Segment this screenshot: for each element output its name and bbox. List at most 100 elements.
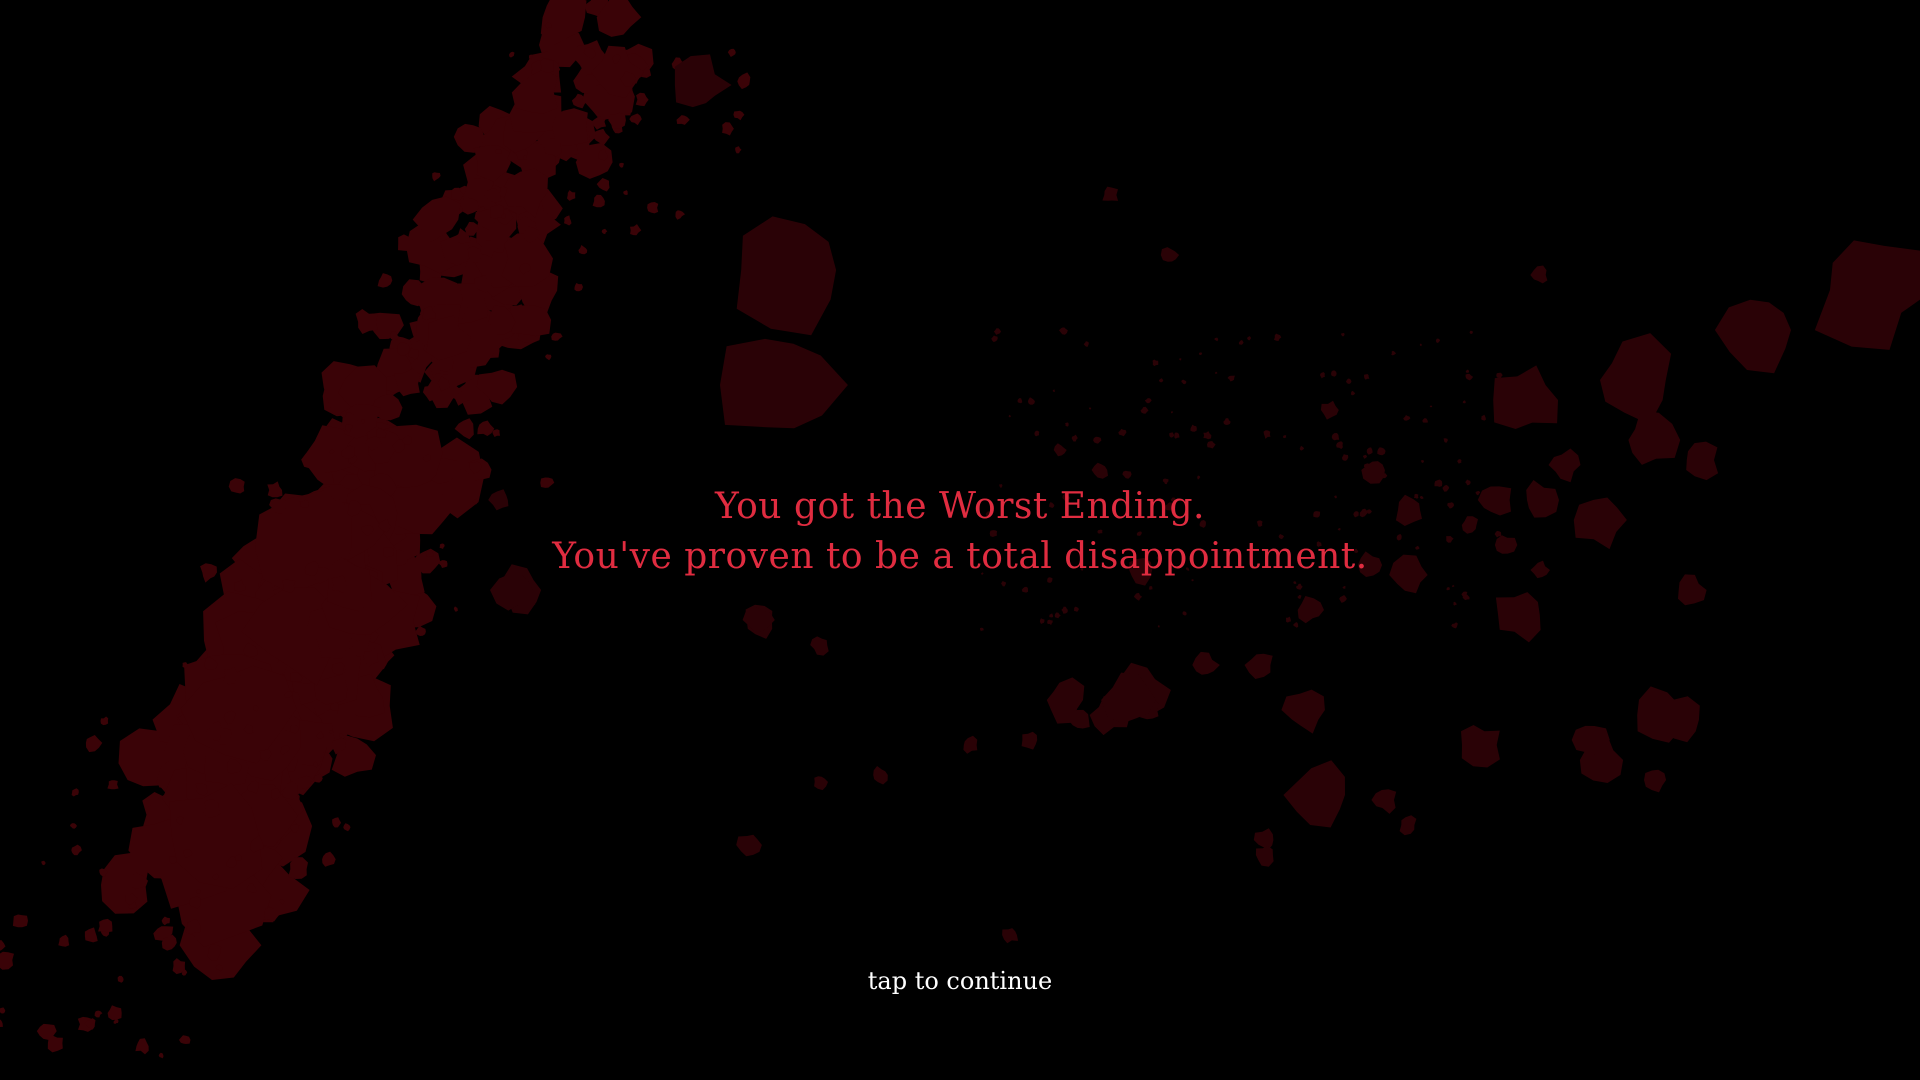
blood-drop	[1088, 407, 1092, 410]
blood-drop	[1285, 616, 1291, 623]
blood-drop	[1493, 365, 1558, 429]
blood-drop	[1227, 375, 1235, 382]
blood-drop	[1429, 405, 1433, 408]
blood-drop	[1435, 338, 1441, 343]
blood-drop	[58, 934, 70, 947]
blood-drop	[1053, 443, 1067, 457]
blood-drop	[1457, 459, 1462, 464]
blood-drop	[1017, 398, 1023, 404]
blood-drop	[85, 735, 103, 753]
blood-drop	[71, 788, 79, 797]
blood-drop	[492, 429, 501, 437]
blood-drop	[1341, 332, 1345, 337]
blood-drop	[1039, 618, 1045, 624]
blood-drop	[1339, 595, 1347, 603]
blood-drop	[1403, 415, 1411, 421]
blood-drop	[1083, 341, 1089, 347]
blood-drop	[873, 766, 888, 785]
blood-drop	[1034, 430, 1040, 437]
blood-drop	[963, 735, 978, 754]
blood-drop	[1047, 619, 1053, 626]
blood-drop	[1181, 379, 1187, 385]
blood-drop	[1049, 613, 1054, 618]
blood-drop	[733, 110, 745, 121]
blood-drop	[980, 627, 984, 632]
blood-drop	[1174, 432, 1180, 439]
blood-drop	[1297, 595, 1302, 599]
blood-drop	[1247, 336, 1252, 341]
blood-drop	[1169, 432, 1175, 438]
blood-drop	[1548, 448, 1581, 483]
blood-drop	[810, 636, 829, 656]
blood-drop	[1481, 414, 1486, 421]
blood-drop	[1371, 789, 1397, 814]
blood-drop	[635, 92, 649, 107]
tap-to-continue-prompt[interactable]: tap to continue	[0, 964, 1920, 998]
tap-to-continue-label[interactable]: tap to continue	[868, 967, 1052, 995]
blood-drop	[1453, 601, 1457, 606]
blood-drop	[1461, 725, 1500, 768]
blood-drop	[1346, 378, 1352, 384]
blood-drop	[0, 1019, 3, 1028]
blood-drop	[1152, 359, 1159, 367]
blood-drop	[1158, 378, 1164, 383]
blood-drop	[1122, 470, 1132, 479]
ending-subtitle: You've proven to be a total disappointme…	[552, 536, 1368, 577]
blood-drop	[100, 716, 109, 726]
blood-drop	[1255, 846, 1274, 867]
blood-drop	[1203, 431, 1212, 440]
blood-drop	[1293, 622, 1299, 628]
blood-drop	[1443, 438, 1448, 443]
blood-drop	[676, 115, 690, 125]
blood-drop	[1377, 447, 1386, 456]
blood-drop	[94, 1010, 103, 1018]
blood-drop	[71, 844, 82, 856]
blood-drop	[161, 916, 170, 926]
blood-drop	[1320, 400, 1339, 420]
blood-drop	[1160, 247, 1180, 262]
blood-drop	[1814, 240, 1920, 350]
blood-drop	[674, 54, 732, 108]
blood-drop	[1144, 398, 1152, 404]
blood-drop	[1331, 433, 1340, 441]
blood-drop	[623, 190, 628, 195]
blood-drop	[545, 354, 552, 361]
blood-drop	[619, 162, 624, 168]
blood-drop	[453, 606, 458, 612]
blood-drop	[1391, 350, 1397, 356]
blood-drop	[509, 51, 515, 58]
blood-drop	[1399, 815, 1417, 836]
blood-drop	[1027, 397, 1035, 405]
blood-drop	[135, 1038, 149, 1055]
ending-screen[interactable]: You got the Worst Ending. You've proven …	[0, 0, 1920, 1080]
blood-drop	[1065, 422, 1069, 427]
blood-drop	[1274, 333, 1282, 341]
blood-drop	[1362, 454, 1368, 459]
blood-drop	[1331, 370, 1337, 377]
blood-drop	[1157, 625, 1160, 628]
blood-drop	[1600, 333, 1672, 425]
blood-drop	[1350, 391, 1356, 396]
blood-drop	[1452, 584, 1455, 588]
blood-drop	[574, 283, 583, 292]
blood-drop	[1182, 611, 1187, 616]
blood-drop	[1628, 410, 1681, 465]
blood-drop	[1253, 828, 1274, 850]
blood-drop	[1061, 606, 1068, 614]
blood-drop	[1421, 460, 1424, 463]
blood-drop	[1530, 265, 1548, 284]
blood-drop	[432, 172, 441, 182]
blood-drop	[1071, 434, 1078, 442]
blood-drop	[993, 328, 1001, 335]
blood-drop	[1133, 592, 1143, 601]
blood-drop	[179, 1035, 191, 1044]
blood-drop	[1364, 374, 1370, 380]
blood-drop	[1192, 651, 1220, 675]
blood-drop	[1342, 454, 1349, 461]
blood-drop	[1469, 330, 1473, 334]
blood-drop	[477, 420, 495, 436]
blood-drop	[1366, 447, 1373, 455]
blood-drop	[1238, 340, 1244, 345]
blood-drop	[1342, 586, 1346, 589]
blood-drop	[1281, 689, 1325, 734]
